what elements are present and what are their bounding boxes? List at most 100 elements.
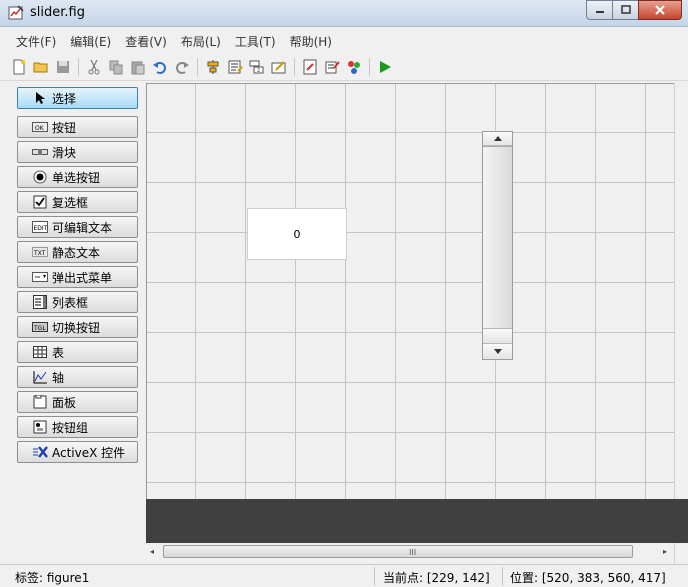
paste-button[interactable] (127, 56, 149, 78)
canvas-horizontal-scrollbar[interactable]: ◂ III ▸ (146, 543, 674, 560)
new-button[interactable] (8, 56, 30, 78)
toolbar-editor-button[interactable] (268, 56, 290, 78)
minimize-icon (595, 11, 604, 13)
object-browser-icon (348, 61, 360, 74)
slider-up-button[interactable] (483, 132, 512, 146)
axes-icon (32, 370, 48, 384)
menu-view[interactable]: 查看(V) (118, 33, 174, 50)
palette-checkbox[interactable]: 复选框 (17, 191, 138, 213)
tab-order-button[interactable]: 2 (246, 56, 268, 78)
slider-thumb[interactable] (483, 146, 512, 329)
toolbar-separator (78, 58, 79, 76)
palette-axes[interactable]: 轴 (17, 366, 138, 388)
cut-button[interactable] (83, 56, 105, 78)
copy-button[interactable] (105, 56, 127, 78)
component-palette: 选择 OK 按钮 滑块 单选按钮 复选框 EDIT 可编辑文本 TXT 静态文本… (0, 82, 146, 564)
palette-label: 按钮组 (52, 420, 89, 435)
run-icon (380, 61, 391, 73)
palette-label: 表 (52, 345, 65, 360)
palette-select[interactable]: 选择 (17, 87, 138, 109)
scroll-thumb[interactable]: III (163, 545, 633, 558)
palette-label: 滑块 (52, 145, 77, 160)
menu-layout[interactable]: 布局(L) (174, 33, 228, 50)
palette-toggle[interactable]: TGL 切换按钮 (17, 316, 138, 338)
palette-label: 按钮 (52, 120, 77, 135)
canvas-bottom-area (146, 499, 688, 543)
pushbutton-icon: OK (32, 120, 48, 134)
scroll-left-icon[interactable]: ◂ (150, 547, 154, 556)
menu-bar: 文件(F) 编辑(E) 查看(V) 布局(L) 工具(T) 帮助(H) (0, 28, 688, 54)
palette-activex[interactable]: ActiveX 控件 (17, 441, 138, 463)
svg-text:TXT: TXT (33, 250, 46, 257)
redo-icon (176, 62, 189, 74)
palette-label: 面板 (52, 395, 77, 410)
palette-pushbutton[interactable]: OK 按钮 (17, 116, 138, 138)
palette-button-group[interactable]: 按钮组 (17, 416, 138, 438)
palette-label: 可编辑文本 (52, 220, 113, 235)
redo-button[interactable] (171, 56, 193, 78)
property-inspector-icon (325, 61, 340, 74)
undo-button[interactable] (149, 56, 171, 78)
palette-popup-menu[interactable]: 弹出式菜单 (17, 266, 138, 288)
align-button[interactable] (202, 56, 224, 78)
menu-file[interactable]: 文件(F) (9, 33, 63, 50)
status-divider (502, 567, 503, 586)
menu-edit[interactable]: 编辑(E) (63, 33, 118, 50)
toolbar-separator (197, 58, 198, 76)
save-button[interactable] (52, 56, 74, 78)
palette-table[interactable]: 表 (17, 341, 138, 363)
svg-text:EDIT: EDIT (34, 225, 48, 232)
edit-text-value: 0 (293, 227, 301, 241)
status-divider (374, 567, 375, 586)
svg-text:OK: OK (35, 125, 45, 132)
close-button[interactable] (638, 0, 682, 20)
palette-label: 选择 (52, 91, 77, 106)
menu-help[interactable]: 帮助(H) (283, 33, 339, 50)
vertical-slider-control[interactable] (482, 131, 513, 360)
menu-tools[interactable]: 工具(T) (228, 33, 283, 50)
listbox-icon (32, 295, 48, 309)
status-current-point: 当前点: [229, 142] (383, 571, 490, 585)
palette-label: ActiveX 控件 (52, 445, 126, 460)
slider-down-button[interactable] (483, 344, 512, 359)
maximize-button[interactable] (612, 0, 639, 20)
table-icon (32, 345, 48, 359)
align-icon (207, 60, 219, 74)
title-bar: slider.fig (0, 0, 688, 27)
status-position: 位置: [520, 383, 560, 417] (510, 571, 666, 585)
minimize-button[interactable] (586, 0, 613, 20)
slider-lower-track[interactable] (483, 328, 512, 344)
status-bar: 标签: figure1 当前点: [229, 142] 位置: [520, 38… (0, 564, 688, 587)
svg-text:2: 2 (257, 68, 260, 74)
radio-icon (32, 170, 48, 184)
palette-label: 弹出式菜单 (52, 270, 113, 285)
palette-listbox[interactable]: 列表框 (17, 291, 138, 313)
button-group-icon (32, 420, 48, 434)
run-button[interactable] (374, 56, 396, 78)
m-file-editor-button[interactable] (299, 56, 321, 78)
paste-icon (131, 61, 145, 75)
save-icon (57, 61, 69, 73)
scroll-right-icon[interactable]: ▸ (663, 547, 667, 556)
open-button[interactable] (30, 56, 52, 78)
canvas-vertical-scrollbar[interactable] (674, 83, 688, 563)
close-icon (655, 5, 665, 15)
open-icon (33, 62, 48, 73)
palette-edit-text[interactable]: EDIT 可编辑文本 (17, 216, 138, 238)
m-file-editor-icon (303, 59, 317, 75)
palette-label: 静态文本 (52, 245, 101, 260)
property-inspector-button[interactable] (321, 56, 343, 78)
tab-order-icon: 2 (249, 60, 264, 74)
copy-icon (109, 60, 123, 75)
svg-text:TGL: TGL (33, 325, 46, 332)
layout-canvas[interactable]: 0 (146, 83, 674, 499)
palette-radio[interactable]: 单选按钮 (17, 166, 138, 188)
palette-panel[interactable]: 面板 (17, 391, 138, 413)
edit-text-control[interactable]: 0 (247, 208, 347, 260)
object-browser-button[interactable] (343, 56, 365, 78)
palette-slider[interactable]: 滑块 (17, 141, 138, 163)
palette-static-text[interactable]: TXT 静态文本 (17, 241, 138, 263)
status-tag: 标签: figure1 (15, 571, 90, 585)
menu-editor-button[interactable] (224, 56, 246, 78)
cut-icon (88, 59, 100, 75)
